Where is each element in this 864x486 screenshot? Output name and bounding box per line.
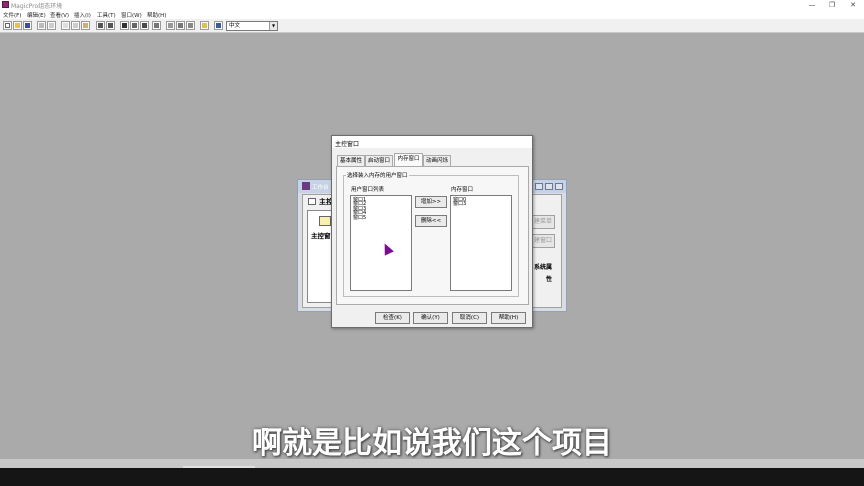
list-item[interactable]: 窗口5 <box>353 215 409 220</box>
tab-basic-properties[interactable]: 基本属性 <box>337 155 365 166</box>
language-select[interactable]: 中文 ▼ <box>226 21 278 31</box>
list-item[interactable]: 窗口3 <box>453 202 509 207</box>
group-label: 选择装入内存的用户窗口 <box>346 171 409 179</box>
select-icon[interactable] <box>120 21 129 30</box>
window-icon <box>308 198 316 205</box>
tab-memory-window[interactable]: 内存窗口 <box>394 153 423 166</box>
new-icon[interactable] <box>3 21 12 30</box>
redo-icon[interactable] <box>106 21 115 30</box>
main-control-window-label[interactable]: 主控窗 <box>311 230 331 240</box>
menu-insert[interactable]: 插入(I) <box>74 11 91 19</box>
workbench-title: 工作台 <box>312 185 329 191</box>
user-window-list[interactable]: 窗口1 窗口2 窗口3 窗口4 窗口5 <box>350 195 412 291</box>
language-value: 中文 <box>229 23 241 29</box>
check-icon[interactable] <box>176 21 185 30</box>
copy-icon[interactable] <box>71 21 80 30</box>
confirm-button[interactable]: 确认(Y) <box>413 312 448 324</box>
close-button[interactable]: ✕ <box>846 0 860 10</box>
help-icon[interactable] <box>200 21 209 30</box>
cut-icon[interactable] <box>61 21 70 30</box>
help-button[interactable]: 帮助(H) <box>491 312 526 324</box>
add-button[interactable]: 增加>> <box>415 196 447 208</box>
undo-icon[interactable] <box>96 21 105 30</box>
memory-window-list[interactable]: 窗口0 窗口3 <box>450 195 512 291</box>
tab-animation-flash[interactable]: 动画闪烁 <box>423 155 451 166</box>
cancel-button[interactable]: 取消(C) <box>452 312 487 324</box>
menu-help[interactable]: 帮助(H) <box>147 11 166 19</box>
save-icon[interactable] <box>23 21 32 30</box>
app-title: MagicPro组态环境 <box>11 3 63 10</box>
dialog-title-bar <box>332 136 532 148</box>
menu-file[interactable]: 文件(F) <box>3 11 21 19</box>
table-icon[interactable] <box>152 21 161 30</box>
paste-icon[interactable] <box>81 21 90 30</box>
align-icon[interactable] <box>130 21 139 30</box>
menu-view[interactable]: 查看(V) <box>50 11 69 19</box>
workbench-window-buttons[interactable] <box>533 182 563 191</box>
delete-button[interactable]: 删除<< <box>415 215 447 227</box>
dialog-title: 主控窗口 <box>335 141 360 148</box>
maximize-button[interactable]: ❐ <box>825 0 839 10</box>
workbench-app-icon <box>302 182 310 190</box>
status-strip <box>0 459 864 468</box>
video-subtitle: 啊就是比如说我们这个项目 <box>252 426 612 461</box>
list-icon[interactable] <box>186 21 195 30</box>
app-icon <box>2 1 9 8</box>
menu-tools[interactable]: 工具(T) <box>97 11 116 19</box>
minimize-button[interactable]: — <box>805 0 819 10</box>
title-bar <box>0 0 864 10</box>
menu-window[interactable]: 窗口(W) <box>121 11 142 19</box>
open-icon[interactable] <box>13 21 22 30</box>
menu-edit[interactable]: 编辑(E) <box>27 11 46 19</box>
chevron-down-icon[interactable]: ▼ <box>269 22 277 30</box>
grid-icon[interactable] <box>140 21 149 30</box>
check-button[interactable]: 检查(K) <box>375 312 410 324</box>
memory-list-label: 内存窗口 <box>451 187 474 193</box>
user-list-label: 用户窗口列表 <box>351 187 385 193</box>
tab-startup-window[interactable]: 启动窗口 <box>365 155 393 166</box>
taskbar <box>0 468 864 486</box>
preview-icon[interactable] <box>47 21 56 30</box>
form-icon[interactable] <box>166 21 175 30</box>
settings-icon[interactable] <box>214 21 223 30</box>
main-control-window-icon[interactable] <box>319 216 331 226</box>
print-icon[interactable] <box>37 21 46 30</box>
